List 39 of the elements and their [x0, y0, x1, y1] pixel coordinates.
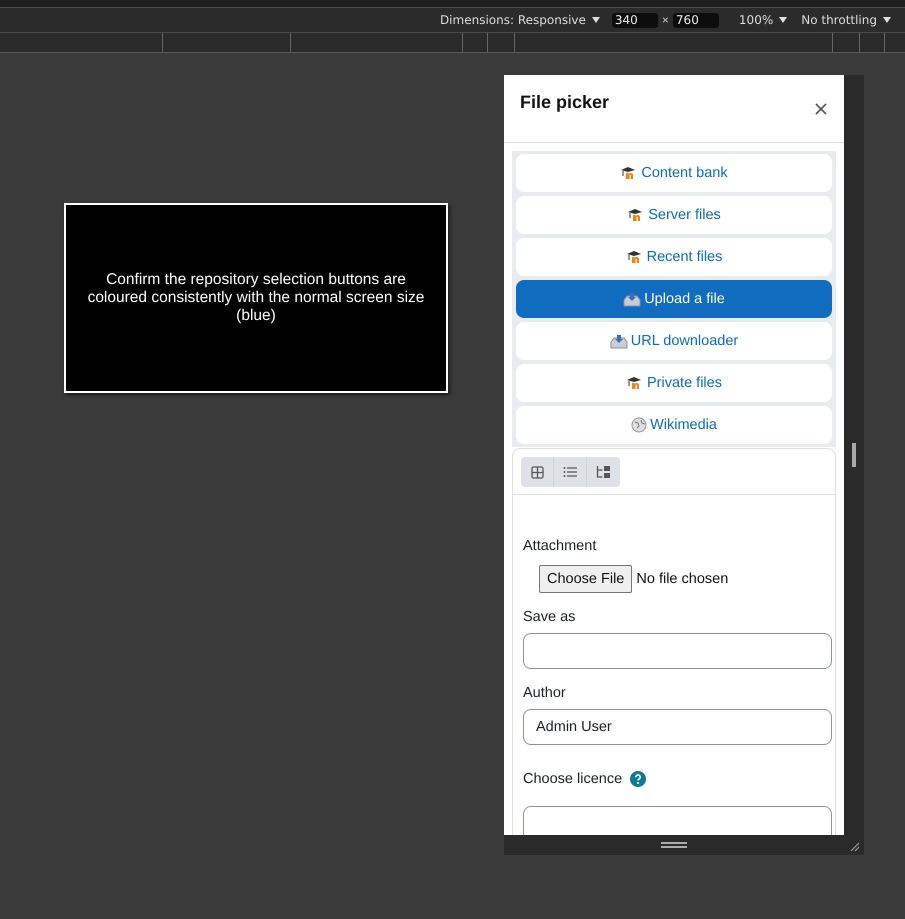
resize-handle[interactable]: [661, 842, 687, 848]
resize-handle[interactable]: [852, 443, 856, 467]
repository-button[interactable]: URL downloader: [516, 322, 832, 360]
throttling-dropdown[interactable]: No throttling: [801, 13, 891, 27]
close-icon: [815, 103, 827, 115]
choose-file-button[interactable]: Choose File: [539, 565, 632, 593]
caret-icon: [779, 17, 788, 23]
repository-button[interactable]: Server files: [516, 196, 832, 234]
view-button[interactable]: [521, 457, 554, 487]
tooltip-text: Confirm the repository selection buttons are coloured consistently with the normal screen size (blue): [86, 271, 426, 325]
inbox-tray-icon: [623, 291, 642, 307]
tree-icon: [596, 465, 611, 479]
dimensions-dropdown[interactable]: Dimensions: Responsive: [440, 13, 600, 27]
inbox-tray-icon: [610, 333, 628, 349]
field-label: Attachment: [523, 538, 596, 554]
caret-icon: [592, 17, 600, 23]
grid-icon: [530, 466, 544, 478]
close-button[interactable]: [814, 102, 828, 116]
repository-button[interactable]: Upload a file: [516, 280, 832, 318]
resize-corner-icon[interactable]: [848, 840, 860, 852]
help-icon[interactable]: [630, 771, 646, 787]
list-icon: [563, 466, 577, 478]
times-sign: ×: [662, 13, 669, 27]
field-label: Choose licence: [523, 771, 622, 787]
field-label: Save as: [523, 609, 576, 625]
repository-button[interactable]: Private files: [516, 364, 832, 402]
repository-button[interactable]: Wikimedia: [516, 406, 832, 444]
caret-icon: [883, 17, 891, 23]
globe-icon: [631, 417, 648, 433]
field-label: Author: [523, 685, 566, 701]
file-status-text: No file chosen: [636, 571, 728, 587]
zoom-dropdown[interactable]: 100%: [738, 13, 788, 27]
width-field[interactable]: 340: [612, 12, 658, 28]
dialog-title: File picker: [520, 92, 610, 113]
repository-button[interactable]: Recent files: [516, 238, 832, 276]
height-field[interactable]: 760: [672, 12, 719, 28]
save-as-field[interactable]: [523, 633, 832, 669]
repository-button[interactable]: Content bank: [516, 154, 832, 192]
author-field[interactable]: Admin User: [523, 709, 832, 745]
